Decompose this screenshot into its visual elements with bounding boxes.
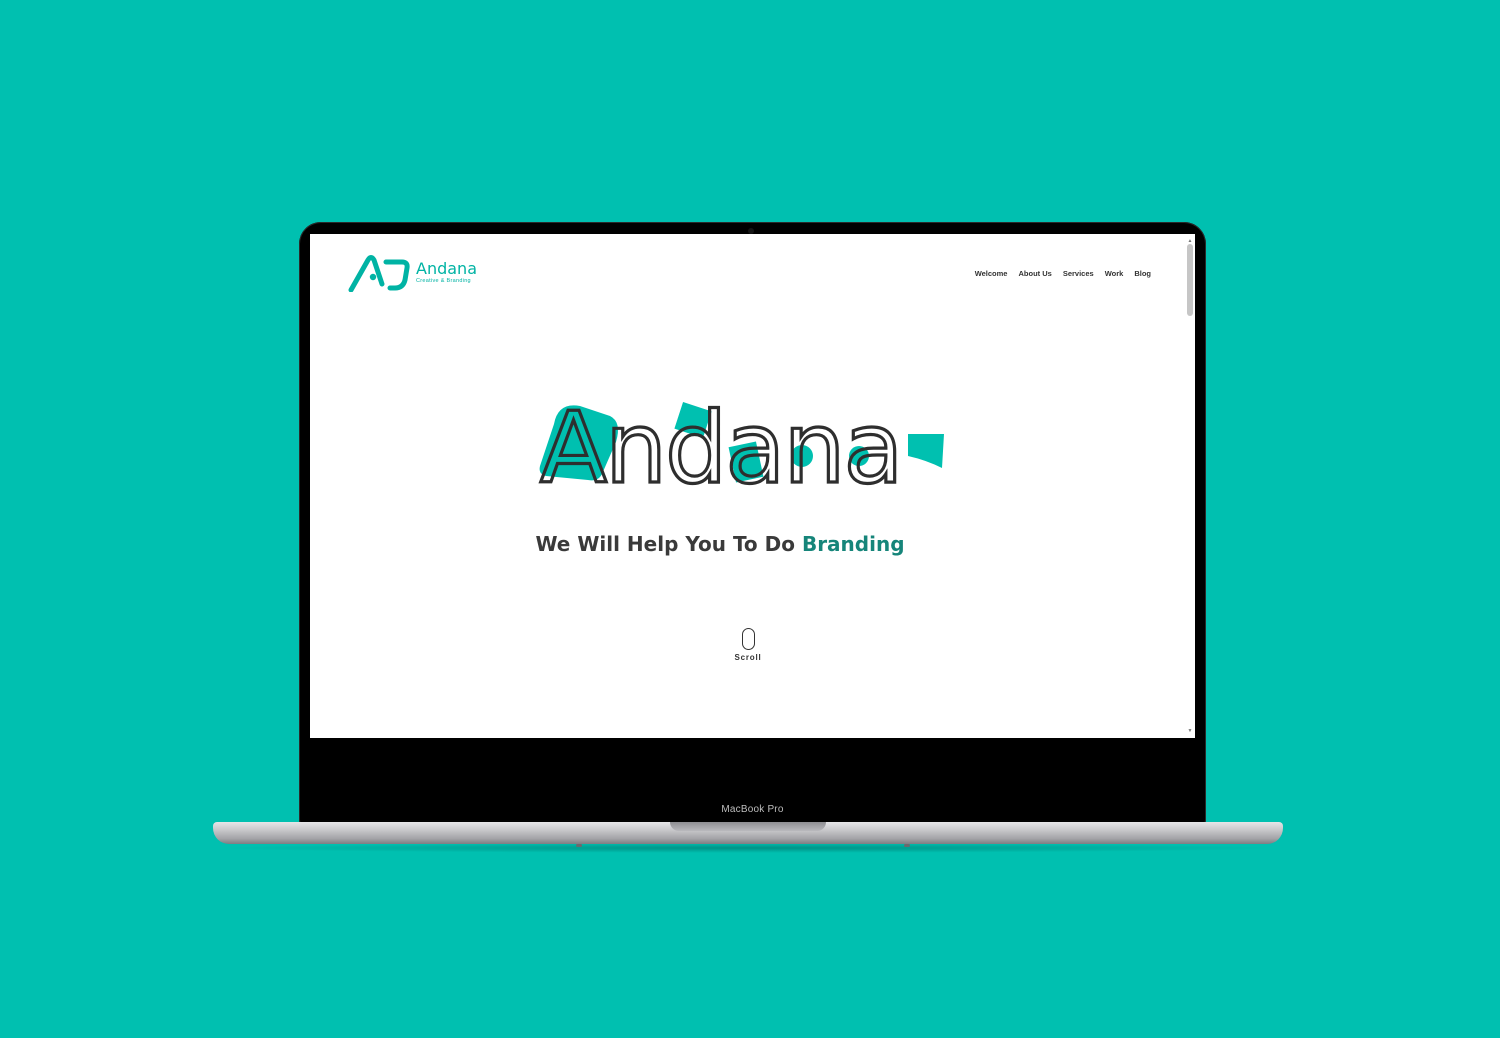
hero-headline-accent: Branding <box>801 532 905 556</box>
mouse-icon <box>741 628 755 650</box>
nav-work[interactable]: Work <box>1105 269 1124 278</box>
andana-logo-icon <box>348 254 410 292</box>
scrollbar[interactable]: ▲ ▼ <box>1187 238 1193 734</box>
laptop-foot <box>904 844 910 847</box>
hero-headline-main: We Will Help You To Do <box>535 532 795 556</box>
main-nav: Welcome About Us Services Work Blog <box>975 269 1151 278</box>
scroll-down-arrow-icon[interactable]: ▼ <box>1187 728 1193 734</box>
hero-headline: We Will Help You To Do Branding <box>310 532 1130 556</box>
site-header: Andana Creative & Branding Welcome About… <box>310 234 1195 304</box>
nav-welcome[interactable]: Welcome <box>975 269 1008 278</box>
logo-text: Andana Creative & Branding <box>416 261 477 285</box>
laptop-lid: Andana Creative & Branding Welcome About… <box>299 222 1206 826</box>
scroll-indicator[interactable]: Scroll <box>730 628 766 662</box>
browser-viewport: Andana Creative & Branding Welcome About… <box>310 234 1195 738</box>
nav-about-us[interactable]: About Us <box>1018 269 1051 278</box>
hero-shape-a3 <box>908 434 944 468</box>
laptop-shadow <box>215 843 1281 853</box>
brand-name: Andana <box>416 259 477 279</box>
hero-wordmark: Andana <box>536 396 956 496</box>
nav-blog[interactable]: Blog <box>1134 269 1151 278</box>
laptop-base <box>213 822 1283 844</box>
laptop-opening-notch <box>670 822 826 831</box>
nav-services[interactable]: Services <box>1063 269 1094 278</box>
laptop-foot <box>576 844 582 847</box>
scroll-label: Scroll <box>734 653 762 662</box>
scrollbar-thumb[interactable] <box>1187 244 1193 316</box>
device-model-label: MacBook Pro <box>721 804 784 815</box>
brand-tagline: Creative & Branding <box>416 278 471 285</box>
hero-wordmark-text: Andana <box>540 396 902 496</box>
brand-logo[interactable]: Andana Creative & Branding <box>348 254 477 292</box>
